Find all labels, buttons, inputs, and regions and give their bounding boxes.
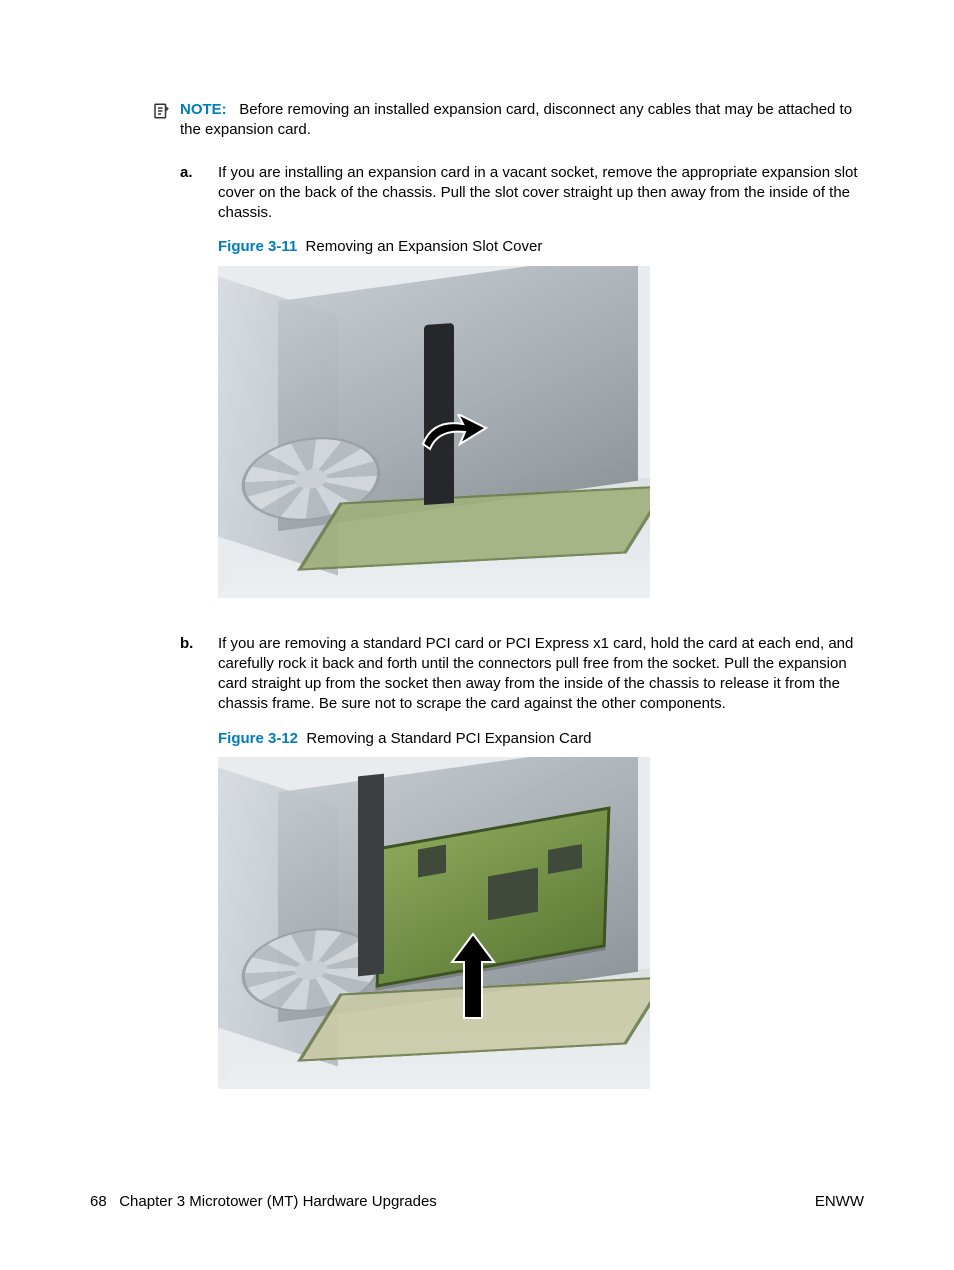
chapter-title: Chapter 3 Microtower (MT) Hardware Upgra… — [119, 1193, 437, 1210]
substep-a-body: If you are installing an expansion card … — [218, 163, 864, 620]
page-number: 68 — [90, 1193, 107, 1210]
figure-3-12-title: Removing a Standard PCI Expansion Card — [306, 730, 591, 747]
figure-3-12-image — [218, 757, 650, 1089]
figure-3-11-title: Removing an Expansion Slot Cover — [306, 238, 543, 255]
substep-b-marker: b. — [180, 634, 218, 654]
page: NOTE: Before removing an installed expan… — [0, 0, 954, 1270]
page-footer: 68 Chapter 3 Microtower (MT) Hardware Up… — [90, 1192, 864, 1212]
substep-b: b. If you are removing a standard PCI ca… — [180, 634, 864, 1111]
substep-a: a. If you are installing an expansion ca… — [180, 163, 864, 620]
substep-b-body: If you are removing a standard PCI card … — [218, 634, 864, 1111]
note-text: NOTE: Before removing an installed expan… — [180, 100, 864, 141]
note-icon — [152, 102, 174, 126]
note-label: NOTE: — [180, 101, 227, 118]
substep-b-text: If you are removing a standard PCI card … — [218, 635, 853, 713]
note-body: Before removing an installed expansion c… — [180, 101, 852, 138]
figure-3-11-number: Figure 3-11 — [218, 238, 297, 255]
footer-left: 68 Chapter 3 Microtower (MT) Hardware Up… — [90, 1192, 437, 1212]
note-block: NOTE: Before removing an installed expan… — [152, 100, 864, 141]
figure-3-12-number: Figure 3-12 — [218, 730, 298, 747]
substep-a-marker: a. — [180, 163, 218, 183]
substeps-list: a. If you are installing an expansion ca… — [180, 163, 864, 1111]
figure-3-12-caption: Figure 3-12 Removing a Standard PCI Expa… — [218, 729, 864, 749]
figure-3-11-image — [218, 266, 650, 598]
figure-3-11-caption: Figure 3-11 Removing an Expansion Slot C… — [218, 237, 864, 257]
substep-a-text: If you are installing an expansion card … — [218, 164, 858, 222]
footer-right: ENWW — [815, 1192, 864, 1212]
